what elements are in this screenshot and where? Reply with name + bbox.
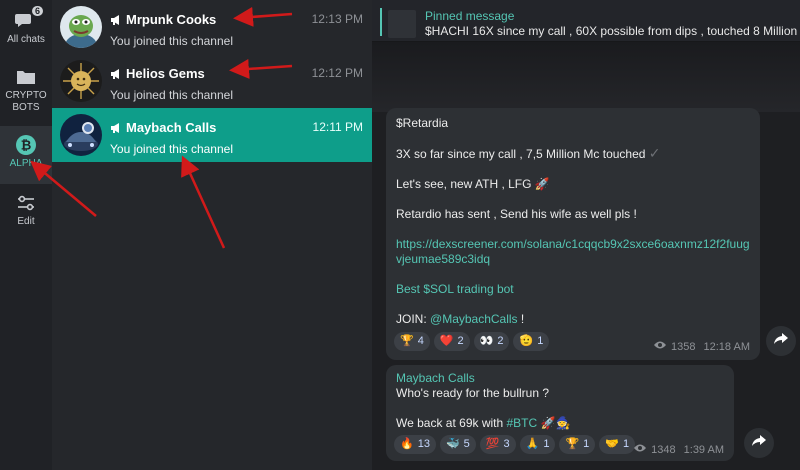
svg-text:₿: ₿ (21, 139, 32, 154)
reaction-chip[interactable]: 🐳 5 (439, 435, 476, 454)
folder-crypto-bots[interactable]: CRYPTO BOTS (0, 66, 52, 124)
message-line: Who's ready for the bullrun ? (396, 386, 550, 400)
eye-icon (653, 340, 667, 355)
folder-label: All chats (7, 34, 45, 45)
view-count: 1348 (651, 444, 676, 456)
reaction-chip[interactable]: ❤️ 2 (433, 332, 470, 351)
reaction-chip[interactable]: 🔥 13 (394, 435, 436, 454)
hashtag-link[interactable]: #BTC (507, 416, 538, 430)
chat-row-mrpunk-cooks[interactable]: Mrpunk Cooks 12:13 PM You joined this ch… (52, 0, 372, 54)
chat-title: Helios Gems (110, 66, 205, 81)
conversation-pane: Pinned message $HACHI 16X since my call … (372, 0, 800, 470)
unread-badge: 6 (29, 4, 45, 18)
message-line: Retardio has sent , Send his wife as wel… (396, 207, 637, 221)
forward-button[interactable] (744, 428, 774, 458)
hashtag-link[interactable]: Best $SOL trading bot (396, 282, 750, 297)
chat-last-message: You joined this channel (110, 34, 233, 48)
avatar (60, 114, 102, 156)
chat-row-helios-gems[interactable]: Helios Gems 12:12 PM You joined this cha… (52, 54, 372, 108)
chat-row-maybach-calls[interactable]: Maybach Calls 12:11 PM You joined this c… (52, 108, 372, 162)
megaphone-icon (110, 14, 122, 26)
reactions-row: 🔥 13 🐳 5 💯 3 🙏 1 🏆 1 🤝 1 (394, 435, 636, 454)
pinned-message-bar[interactable]: Pinned message $HACHI 16X since my call … (372, 0, 800, 42)
reactions-row: 🏆 4 ❤️ 2 👀 2 🫡 1 (394, 332, 550, 351)
folder-label: CRYPTO BOTS (5, 90, 47, 113)
folder-rail: 6 All chats CRYPTO BOTS ₿ ALPHA Edit (0, 0, 52, 470)
chat-list: Mrpunk Cooks 12:13 PM You joined this ch… (52, 0, 372, 470)
chat-time: 12:13 PM (311, 12, 363, 26)
dexscreener-link[interactable]: https://dexscreener.com/solana/c1cqqcb9x… (396, 237, 750, 267)
message-time: 1:39 AM (683, 444, 724, 456)
sliders-icon (15, 192, 37, 214)
reaction-chip[interactable]: 👀 2 (473, 332, 510, 351)
message-line: Let's see, new ATH , LFG 🚀 (396, 177, 550, 191)
message-line: $Retardia (396, 116, 449, 130)
chat-title: Mrpunk Cooks (110, 12, 216, 27)
reaction-chip[interactable]: 🤝 1 (599, 435, 636, 454)
pinned-accent-bar (380, 8, 382, 36)
bitcoin-icon: ₿ (15, 134, 37, 156)
message-bubble[interactable]: Maybach Calls Who's ready for the bullru… (386, 365, 734, 461)
chat-title: Maybach Calls (110, 120, 216, 135)
folder-label: ALPHA (9, 158, 43, 169)
message-line: We back at 69k with #BTC 🚀🧙 (396, 416, 571, 430)
chat-time: 12:12 PM (311, 66, 363, 80)
avatar (60, 6, 102, 48)
folder-edit[interactable]: Edit (0, 192, 52, 232)
sender-name[interactable]: Maybach Calls (396, 371, 724, 386)
chat-name: Mrpunk Cooks (126, 12, 217, 27)
chat-time: 12:11 PM (312, 120, 363, 134)
mention-link[interactable]: @MaybachCalls (430, 312, 518, 326)
pinned-title: Pinned message (425, 9, 515, 23)
pinned-thumbnail (388, 10, 416, 38)
avatar (60, 60, 102, 102)
forward-arrow-icon (774, 332, 788, 350)
chat-last-message: You joined this channel (110, 88, 233, 102)
chat-last-message: You joined this channel (110, 142, 233, 156)
reaction-chip[interactable]: 🏆 1 (559, 435, 596, 454)
media-preview (372, 42, 800, 112)
megaphone-icon (110, 68, 122, 80)
speech-bubbles-icon: 6 (15, 4, 45, 32)
forward-button[interactable] (766, 326, 796, 356)
message-meta: 1348 1:39 AM (633, 443, 724, 458)
message-line: JOIN: @MaybachCalls ! (396, 312, 525, 326)
reaction-chip[interactable]: 💯 3 (479, 435, 516, 454)
chat-name: Helios Gems (126, 66, 205, 81)
view-count: 1358 (671, 341, 696, 353)
folder-all-chats[interactable]: 6 All chats (0, 4, 52, 56)
message-time: 12:18 AM (703, 341, 750, 353)
pinned-text: $HACHI 16X since my call , 60X possible … (425, 24, 800, 38)
forward-arrow-icon (752, 434, 766, 452)
megaphone-icon (110, 122, 122, 134)
folder-icon (15, 66, 37, 88)
message-bubble[interactable]: $Retardia 3X so far since my call , 7,5 … (386, 108, 760, 360)
reaction-chip[interactable]: 🙏 1 (519, 435, 556, 454)
message-meta: 1358 12:18 AM (653, 340, 750, 355)
folder-label: Edit (17, 216, 35, 227)
message-line: 3X so far since my call , 7,5 Million Mc… (396, 145, 661, 162)
check-icon: ✓ (648, 145, 661, 161)
chat-name: Maybach Calls (126, 120, 217, 135)
eye-icon (633, 443, 647, 458)
reaction-chip[interactable]: 🫡 1 (513, 332, 550, 351)
reaction-chip[interactable]: 🏆 4 (394, 332, 430, 351)
folder-alpha[interactable]: ₿ ALPHA (0, 126, 52, 184)
